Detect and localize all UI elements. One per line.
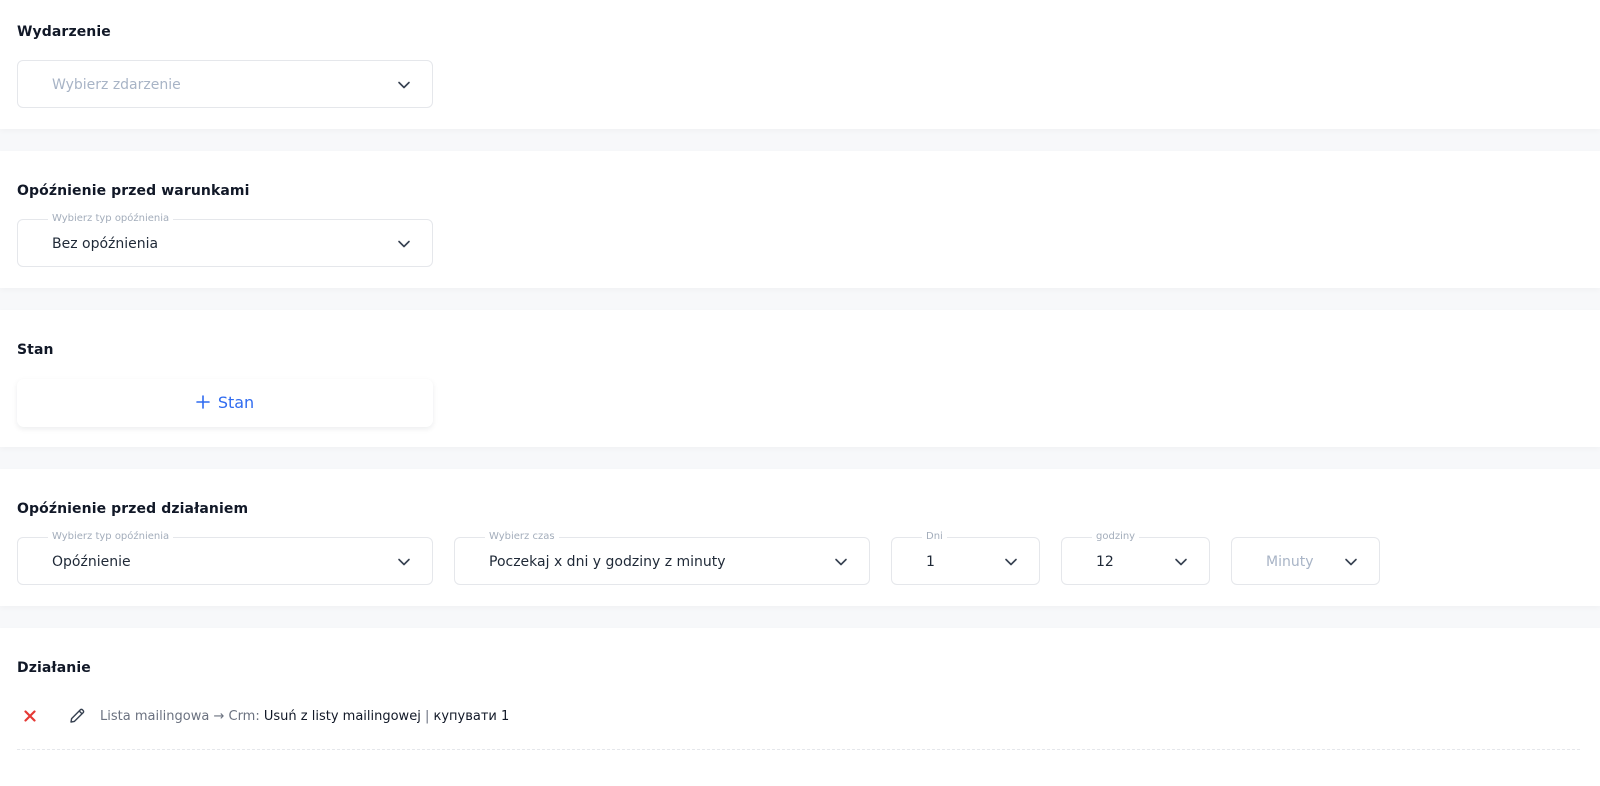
delay-type-select[interactable]: Wybierz typ opóźnienia Bez opóźnienia xyxy=(17,213,433,267)
action-separator: | xyxy=(424,709,430,724)
chevron-down-icon xyxy=(1005,558,1017,566)
section-title-delay-before-action: Opóźnienie przed działaniem xyxy=(17,501,249,517)
days-select[interactable]: Dni 1 xyxy=(891,531,1040,585)
chevron-down-icon xyxy=(1345,558,1357,566)
action-target: купувати 1 xyxy=(433,709,510,724)
action-section: Działanie Lista mailingowa → Crm: Usuń z… xyxy=(0,628,1600,786)
automation-editor: Wydarzenie Wybierz zdarzenie Opóźnienie … xyxy=(0,0,1600,786)
days-select-label: Dni xyxy=(922,531,947,543)
action-delay-type-label: Wybierz typ opóźnienia xyxy=(48,531,174,543)
action-prefix: Lista mailingowa → Crm: xyxy=(100,709,260,724)
chevron-down-icon xyxy=(398,558,410,566)
pencil-icon[interactable] xyxy=(68,707,86,725)
section-title-delay-before-conditions: Opóźnienie przed warunkami xyxy=(17,183,250,199)
chevron-down-icon xyxy=(1175,558,1187,566)
delay-before-action-section: Opóźnienie przed działaniem Wybierz typ … xyxy=(0,469,1600,606)
condition-section: Stan Stan xyxy=(0,310,1600,447)
section-title-action: Działanie xyxy=(17,660,91,676)
hours-select-value: 12 xyxy=(1096,554,1114,570)
add-condition-label: Stan xyxy=(217,393,255,412)
event-select-placeholder: Wybierz zdarzenie xyxy=(52,77,181,93)
hours-select-label: godziny xyxy=(1092,531,1140,543)
action-delay-type-select[interactable]: Wybierz typ opóźnienia Opóźnienie xyxy=(17,531,433,585)
section-title-condition: Stan xyxy=(17,342,54,358)
event-select[interactable]: Wybierz zdarzenie xyxy=(17,60,433,108)
action-description: Lista mailingowa → Crm: Usuń z listy mai… xyxy=(100,708,509,726)
add-condition-button[interactable]: Stan xyxy=(17,379,433,427)
days-select-value: 1 xyxy=(926,554,935,570)
delay-before-conditions-section: Opóźnienie przed warunkami Wybierz typ o… xyxy=(0,151,1600,288)
minutes-select-placeholder: Minuty xyxy=(1266,554,1314,570)
minutes-select[interactable]: Minuty xyxy=(1231,537,1380,585)
event-section: Wydarzenie Wybierz zdarzenie xyxy=(0,0,1600,129)
action-divider xyxy=(17,749,1580,750)
time-select-value: Poczekaj x dni y godziny z minuty xyxy=(489,554,726,570)
chevron-down-icon xyxy=(398,240,410,248)
delay-type-value: Bez opóźnienia xyxy=(52,236,159,252)
plus-icon xyxy=(196,395,210,409)
chevron-down-icon xyxy=(835,558,847,566)
time-select[interactable]: Wybierz czas Poczekaj x dni y godziny z … xyxy=(454,531,870,585)
close-icon[interactable] xyxy=(24,710,36,722)
action-row: Lista mailingowa → Crm: Usuń z listy mai… xyxy=(17,706,1577,728)
time-select-label: Wybierz czas xyxy=(485,531,559,543)
delay-type-label: Wybierz typ opóźnienia xyxy=(48,213,174,225)
section-title-event: Wydarzenie xyxy=(17,24,111,40)
chevron-down-icon xyxy=(398,81,410,89)
action-name: Usuń z listy mailingowej xyxy=(263,709,421,724)
hours-select[interactable]: godziny 12 xyxy=(1061,531,1210,585)
action-delay-type-value: Opóźnienie xyxy=(52,554,131,570)
